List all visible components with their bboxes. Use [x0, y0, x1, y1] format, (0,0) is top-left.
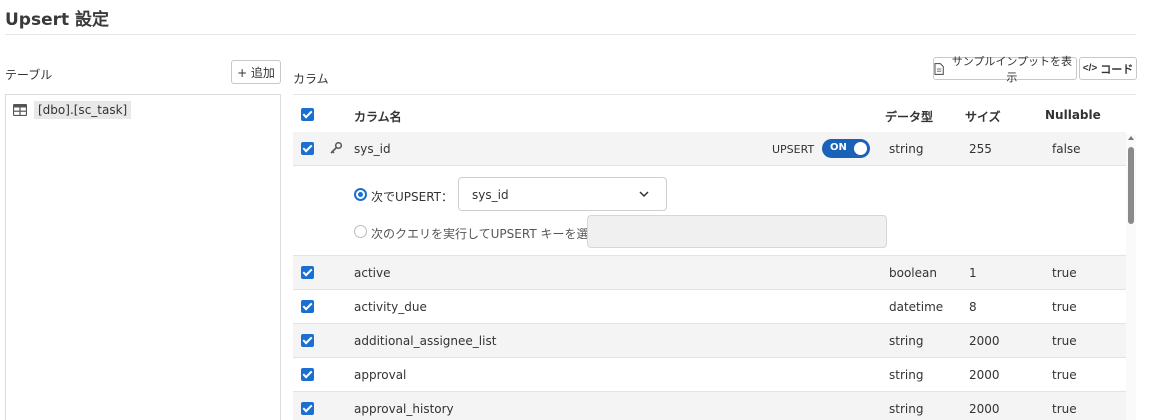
code-label: コード: [1100, 63, 1134, 76]
chevron-down-icon: [639, 191, 649, 198]
column-name: active: [354, 266, 391, 280]
header-data-type: データ型: [885, 110, 934, 124]
table-icon: [13, 104, 27, 116]
column-nullable: true: [1052, 334, 1077, 348]
table-name: [dbo].[sc_task]: [34, 101, 132, 119]
scrollbar-thumb[interactable]: [1128, 147, 1134, 224]
row-checkbox[interactable]: [301, 300, 314, 313]
table-row: approval_history string 2000 true: [293, 392, 1126, 420]
column-size: 2000: [969, 368, 1000, 382]
column-nullable: false: [1052, 142, 1081, 156]
column-name: sys_id: [354, 142, 391, 156]
upsert-options-panel: 次でUPSERT： sys_id 次のクエリを実行してUPSERT キーを選択: [293, 166, 1126, 256]
column-size: 8: [969, 300, 977, 314]
table-row: activity_due datetime 8 true: [293, 290, 1126, 324]
table-row: approval string 2000 true: [293, 358, 1126, 392]
title-divider: [5, 34, 1136, 35]
code-button[interactable]: </> コード: [1079, 57, 1137, 80]
upsert-key-value: sys_id: [472, 188, 509, 202]
column-size: 255: [969, 142, 992, 156]
header-column-name: カラム名: [354, 110, 402, 124]
column-type: string: [889, 368, 924, 382]
row-checkbox[interactable]: [301, 142, 314, 155]
key-icon: [330, 141, 343, 154]
page-title: Upsert 設定: [5, 10, 110, 30]
column-size: 1: [969, 266, 977, 280]
column-type: string: [889, 334, 924, 348]
upsert-toggle[interactable]: ON: [822, 139, 870, 158]
header-size: サイズ: [965, 110, 1001, 124]
column-name: additional_assignee_list: [354, 334, 497, 348]
sample-input-label: サンプルインプットを表示: [951, 55, 1073, 84]
row-checkbox[interactable]: [301, 266, 314, 279]
header-nullable: Nullable: [1045, 108, 1101, 122]
column-type: boolean: [889, 266, 937, 280]
columns-header-row: カラム名 データ型 サイズ Nullable: [293, 100, 1136, 130]
column-nullable: true: [1052, 300, 1077, 314]
scroll-up-arrow-icon[interactable]: [1127, 134, 1135, 142]
grid-divider: [293, 94, 1136, 95]
document-icon: [934, 62, 944, 75]
column-name: activity_due: [354, 300, 427, 314]
table-row: additional_assignee_list string 2000 tru…: [293, 324, 1126, 358]
column-size: 2000: [969, 402, 1000, 416]
column-nullable: true: [1052, 402, 1077, 416]
code-icon: </>: [1082, 63, 1098, 74]
upsert-query-label: 次のクエリを実行してUPSERT キーを選択: [371, 227, 601, 241]
upsert-query-input[interactable]: [587, 215, 887, 248]
column-name: approval_history: [354, 402, 454, 416]
tables-panel: [dbo].[sc_task]: [5, 94, 281, 420]
row-checkbox[interactable]: [301, 334, 314, 347]
upsert-next-radio[interactable]: [354, 188, 367, 201]
upsert-label: UPSERT: [772, 143, 815, 156]
column-type: string: [889, 402, 924, 416]
row-checkbox[interactable]: [301, 402, 314, 415]
column-name: approval: [354, 368, 407, 382]
table-row: active boolean 1 true: [293, 256, 1126, 290]
table-item[interactable]: [dbo].[sc_task]: [13, 100, 132, 120]
add-table-button[interactable]: + 追加: [231, 60, 281, 84]
show-sample-input-button[interactable]: サンプルインプットを表示: [933, 56, 1077, 84]
upsert-next-label: 次でUPSERT：: [371, 190, 454, 204]
column-nullable: true: [1052, 368, 1077, 382]
tables-label: テーブル: [5, 68, 53, 82]
columns-label: カラム: [293, 72, 329, 86]
select-all-checkbox[interactable]: [301, 108, 314, 121]
upsert-query-radio[interactable]: [354, 225, 367, 238]
column-nullable: true: [1052, 266, 1077, 280]
toggle-label: ON: [830, 142, 847, 153]
column-type: string: [889, 142, 924, 156]
toggle-knob: [854, 142, 867, 155]
row-checkbox[interactable]: [301, 368, 314, 381]
column-size: 2000: [969, 334, 1000, 348]
column-type: datetime: [889, 300, 944, 314]
table-row: sys_id UPSERT ON string 255 false: [293, 132, 1126, 166]
upsert-key-select[interactable]: sys_id: [458, 177, 667, 211]
